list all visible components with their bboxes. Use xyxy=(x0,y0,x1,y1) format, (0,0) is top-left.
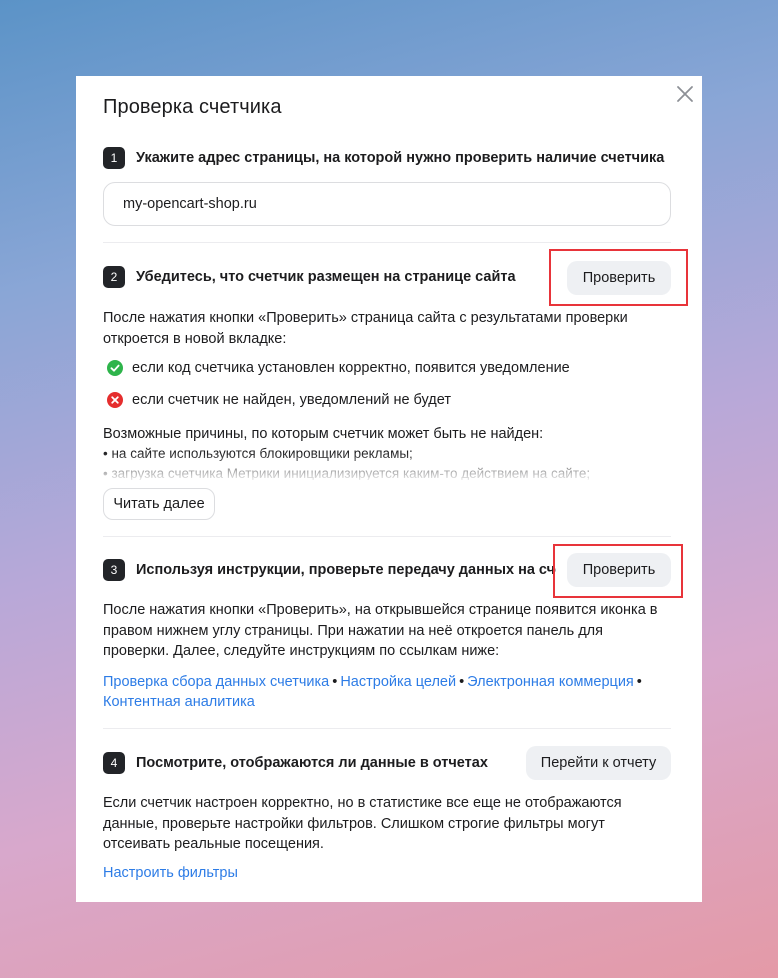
instruction-links: Проверка сбора данных счетчика • Настройка… xyxy=(103,674,642,710)
step-3-header: 3 Используя инструкции, проверьте переда… xyxy=(103,558,556,582)
step-number: 3 xyxy=(103,559,125,581)
divider xyxy=(103,536,671,537)
error-circle-icon xyxy=(107,392,123,408)
step-4-description: Если счетчик настроен корректно, но в ст… xyxy=(103,795,622,852)
step-2-header: 2 Убедитесь, что счетчик размещен на стр… xyxy=(103,265,516,289)
possible-reasons: Возможные причины, по которым счетчик мо… xyxy=(103,424,663,480)
step-2-description: После нажатия кнопки «Проверить» страниц… xyxy=(103,310,628,347)
step-number: 2 xyxy=(103,266,125,288)
reason-item: • загрузка счетчика Метрики инициализиру… xyxy=(103,466,591,480)
reason-item: • на сайте используются блокировщики рек… xyxy=(103,446,413,461)
link-data-collection[interactable]: Проверка сбора данных счетчика xyxy=(103,674,329,690)
step-4-header: 4 Посмотрите, отображаются ли данные в о… xyxy=(103,751,488,775)
highlight-frame xyxy=(549,249,688,306)
link-ecommerce[interactable]: Электронная коммерция xyxy=(467,674,634,690)
go-to-report-button[interactable]: Перейти к отчету xyxy=(526,746,671,780)
step-title: Укажите адрес страницы, на которой нужно… xyxy=(136,150,665,166)
read-more-button[interactable]: Читать далее xyxy=(103,488,215,520)
step-title: Используя инструкции, проверьте передачу… xyxy=(136,562,556,578)
step-number: 4 xyxy=(103,752,125,774)
step-number: 1 xyxy=(103,147,125,169)
highlight-frame xyxy=(553,544,683,598)
step-title: Посмотрите, отображаются ли данные в отч… xyxy=(136,755,488,771)
success-item: если код счетчика установлен корректно, … xyxy=(107,360,570,376)
step-1-header: 1 Укажите адрес страницы, на которой нуж… xyxy=(103,146,664,170)
step-3-description: После нажатия кнопки «Проверить», на отк… xyxy=(103,602,658,659)
link-goals-setup[interactable]: Настройка целей xyxy=(340,674,456,690)
success-text: если код счетчика установлен корректно, … xyxy=(132,360,570,376)
step-title: Убедитесь, что счетчик размещен на стран… xyxy=(136,269,516,285)
reasons-title: Возможные причины, по которым счетчик мо… xyxy=(103,426,544,442)
check-circle-icon xyxy=(107,360,123,376)
configure-filters-link[interactable]: Настроить фильтры xyxy=(103,865,238,881)
divider xyxy=(103,242,671,243)
check-counter-dialog: Проверка счетчика 1 Укажите адрес страни… xyxy=(76,76,702,902)
link-content-analytics[interactable]: Контентная аналитика xyxy=(103,694,255,710)
fail-item: если счетчик не найден, уведомлений не б… xyxy=(107,392,451,408)
divider xyxy=(103,728,671,729)
page-url-input[interactable] xyxy=(103,182,671,226)
fail-text: если счетчик не найден, уведомлений не б… xyxy=(132,392,451,408)
dialog-title: Проверка счетчика xyxy=(103,96,282,118)
close-icon[interactable] xyxy=(673,82,697,106)
